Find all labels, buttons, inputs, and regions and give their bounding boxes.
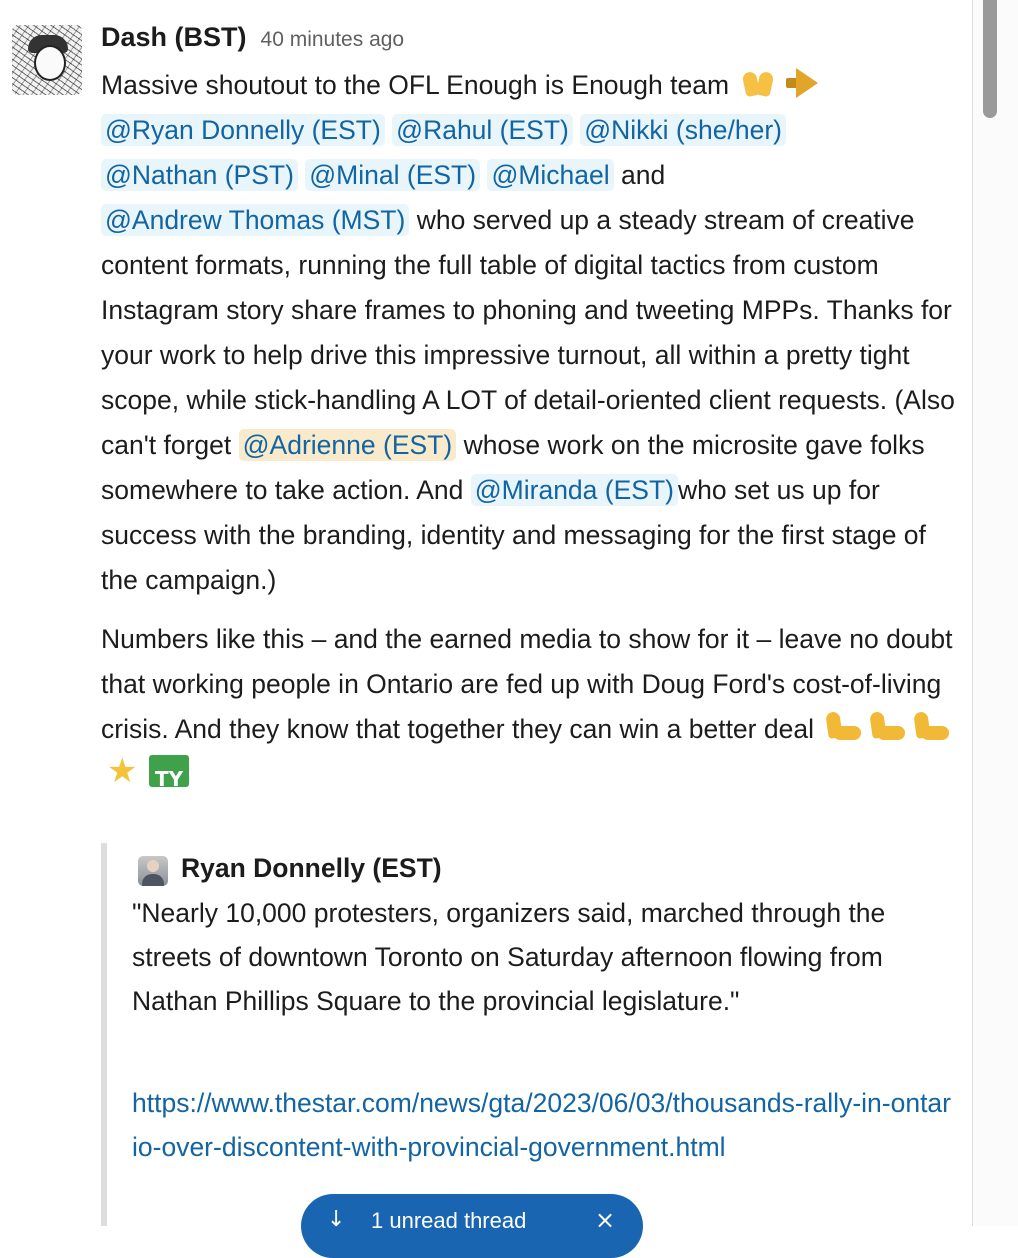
scrollbar-thumb[interactable] (983, 0, 997, 118)
ty-icon[interactable] (147, 753, 191, 802)
message-body: Massive shoutout to the OFL Enough is En… (101, 63, 963, 802)
message-header: Dash (BST) 40 minutes ago (101, 22, 404, 58)
message-paragraph-1: Massive shoutout to the OFL Enough is En… (101, 63, 963, 603)
unread-thread-label: 1 unread thread (371, 1208, 527, 1233)
mention-adrienne[interactable]: @Adrienne (EST) (238, 429, 457, 461)
mention-ryan[interactable]: @Ryan Donnelly (EST) (101, 114, 385, 146)
message-timestamp[interactable]: 40 minutes ago (261, 28, 405, 52)
body-text-a: who served up a steady stream of creativ… (101, 205, 955, 460)
megaphone-icon[interactable] (782, 64, 822, 100)
quote-author-avatar[interactable] (138, 856, 168, 886)
avatar-face (34, 45, 66, 81)
flexed-biceps-icon[interactable] (911, 708, 951, 744)
intro-text: Massive shoutout to the OFL Enough is En… (101, 70, 730, 100)
sender-avatar[interactable] (12, 25, 82, 95)
unread-thread-pill[interactable]: ↓ 1 unread thread × (301, 1194, 643, 1258)
mention-rahul[interactable]: @Rahul (EST) (392, 114, 573, 146)
message-paragraph-2: Numbers like this – and the earned media… (101, 617, 963, 802)
mention-andrew[interactable]: @Andrew Thomas (MST) (101, 204, 410, 236)
article-link[interactable]: https://www.thestar.com/news/gta/2023/06… (132, 1081, 952, 1169)
mention-nikki[interactable]: @Nikki (she/her) (580, 114, 786, 146)
mention-minal[interactable]: @Minal (EST) (305, 159, 481, 191)
mention-nathan[interactable]: @Nathan (PST) (101, 159, 298, 191)
mention-michael[interactable]: @Michael (487, 159, 614, 191)
raised-hands-icon[interactable] (738, 64, 778, 100)
mention-miranda[interactable]: @Miranda (EST) (470, 474, 678, 506)
flexed-biceps-icon[interactable] (823, 708, 863, 744)
glowing-star-icon[interactable] (103, 749, 143, 794)
flexed-biceps-icon[interactable] (867, 708, 907, 744)
quote-text: "Nearly 10,000 protesters, organizers sa… (132, 898, 886, 1016)
and-text: and (621, 160, 666, 190)
sender-name[interactable]: Dash (BST) (101, 22, 247, 53)
scrollbar-track[interactable] (973, 0, 1018, 1226)
quote-author-name[interactable]: Ryan Donnelly (EST) (181, 848, 442, 888)
quoted-message: Ryan Donnelly (EST) "Nearly 10,000 prote… (101, 843, 969, 1226)
message-pane: Dash (BST) 40 minutes ago Massive shouto… (0, 0, 972, 1258)
arrow-down-icon: ↓ (327, 1207, 346, 1232)
close-icon[interactable]: × (595, 1206, 615, 1234)
